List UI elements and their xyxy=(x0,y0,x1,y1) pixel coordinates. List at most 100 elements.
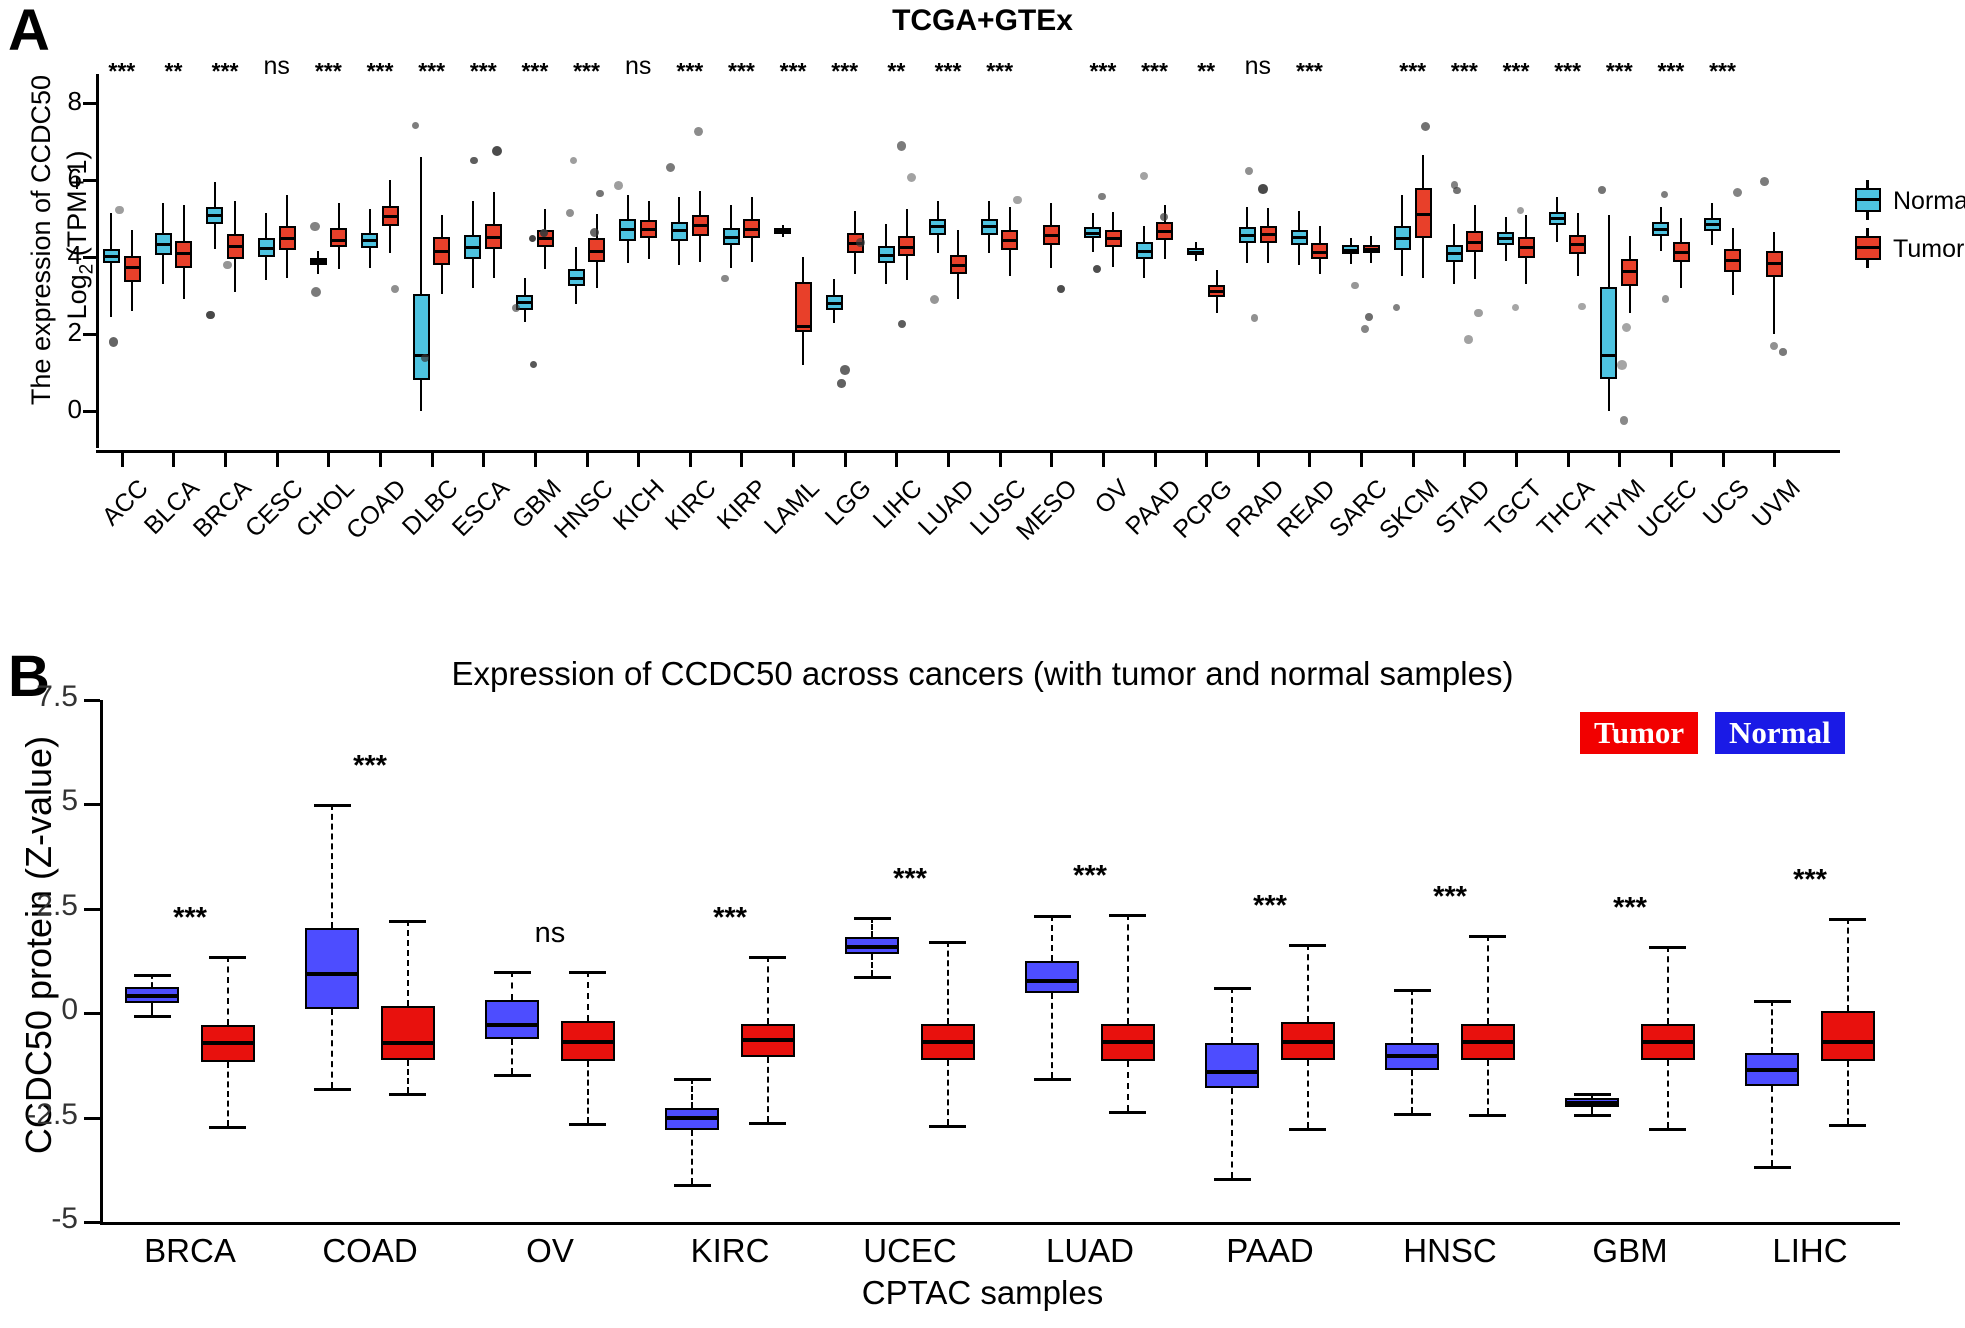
panel-a-outlier xyxy=(1760,176,1770,186)
panel-a-whisker-tumor xyxy=(957,230,960,256)
panel-a-outlier xyxy=(1092,264,1101,274)
panel-a-x-tick xyxy=(792,453,796,467)
panel-a-outlier xyxy=(896,141,907,151)
panel-b-whisker-tumor xyxy=(766,955,769,1024)
panel-b-y-tick-label: 2.5 xyxy=(36,888,78,922)
panel-a-median-normal xyxy=(1290,236,1308,240)
panel-a-y-tick xyxy=(83,255,96,259)
panel-b-box-tumor xyxy=(1820,1011,1875,1062)
panel-b-title: Expression of CCDC50 across cancers (wit… xyxy=(451,655,1514,692)
panel-a-outlier xyxy=(930,294,940,304)
panel-a-whisker-normal xyxy=(471,201,474,235)
panel-a-whisker-normal xyxy=(110,212,113,250)
panel-a-whisker-normal xyxy=(368,208,371,234)
panel-a-outlier xyxy=(1245,166,1254,175)
panel-a-whisker-normal xyxy=(1143,258,1146,279)
panel-b-median-tumor xyxy=(920,1039,975,1044)
panel-a-whisker-normal xyxy=(1091,238,1094,253)
panel-a-x-tick xyxy=(327,453,331,467)
panel-a-outlier xyxy=(1474,308,1483,317)
panel-a-y-axis-spine xyxy=(96,74,99,448)
panel-a-whisker-normal xyxy=(988,201,991,220)
panel-b-median-normal xyxy=(1385,1053,1440,1058)
panel-a-legend-label-tumor: Tumor xyxy=(1893,235,1965,263)
panel-a-median-tumor xyxy=(1042,234,1060,238)
panel-a-whisker-tumor xyxy=(1008,206,1011,231)
panel-a-y-tick-label: 0 xyxy=(67,393,82,424)
panel-a-outlier xyxy=(115,205,124,215)
panel-a-x-tick xyxy=(1153,453,1157,467)
panel-a-y-tick-label: 4 xyxy=(67,239,82,270)
panel-a-outlier xyxy=(310,286,321,297)
panel-a-whisker-normal xyxy=(575,247,578,270)
panel-a-median-tumor xyxy=(691,223,709,227)
panel-a-whisker-normal xyxy=(833,310,836,324)
panel-b-whisker-normal xyxy=(871,917,874,938)
panel-a-whisker-tumor xyxy=(1628,285,1631,313)
panel-a-outlier xyxy=(693,126,703,136)
panel-a-outlier xyxy=(412,121,420,129)
panel-a-y-tick xyxy=(83,102,96,106)
legend-swatch-normal-median xyxy=(1855,198,1881,201)
panel-a-legend-item-tumor[interactable]: Tumor xyxy=(1855,228,1965,268)
panel-b-y-tick xyxy=(84,1221,100,1224)
panel-a-median-normal xyxy=(1652,227,1670,231)
panel-a-outlier xyxy=(1512,303,1520,311)
panel-b-whisker-normal xyxy=(1051,915,1054,961)
panel-a-legend-label-normal: Normal xyxy=(1893,187,1965,215)
panel-a-outlier xyxy=(596,189,604,198)
panel-a-y-tick xyxy=(83,409,96,413)
panel-a-outlier xyxy=(666,163,676,173)
panel-a-whisker-normal xyxy=(1194,255,1197,261)
panel-a-whisker-tumor xyxy=(1576,253,1579,277)
panel-a-whisker-tumor xyxy=(905,208,908,236)
panel-b-whisker-cap-tumor xyxy=(1109,913,1147,917)
panel-a-x-tick xyxy=(740,453,744,467)
panel-b-legend-normal[interactable]: Normal xyxy=(1715,712,1845,754)
panel-a-x-tick xyxy=(1360,453,1364,467)
panel-b-median-tumor xyxy=(1460,1039,1515,1044)
panel-a-whisker-tumor xyxy=(234,258,237,292)
panel-a-median-tumor xyxy=(1207,290,1226,294)
panel-a-median-tumor xyxy=(1466,240,1484,244)
panel-b-median-tumor xyxy=(1820,1040,1875,1045)
panel-b-whisker-tumor xyxy=(1486,1059,1489,1115)
panel-a-whisker-normal xyxy=(420,380,423,411)
panel-a-whisker-normal xyxy=(213,181,216,207)
panel-a-whisker-tumor xyxy=(750,238,753,262)
panel-b-whisker-cap-tumor xyxy=(389,1093,427,1097)
panel-a-median-tumor xyxy=(1765,262,1783,266)
panel-a-outlier xyxy=(206,310,215,319)
panel-b-legend-tumor[interactable]: Tumor xyxy=(1580,712,1699,754)
panel-b-median-normal xyxy=(125,993,180,998)
panel-a-whisker-tumor xyxy=(1215,270,1218,285)
panel-a-median-normal xyxy=(102,254,120,258)
panel-a-median-tumor xyxy=(1104,236,1122,240)
panel-a-x-tick xyxy=(998,453,1002,467)
panel-a-whisker-normal xyxy=(1607,214,1610,287)
panel-b-x-label-LIHC: LIHC xyxy=(1772,1232,1848,1269)
panel-b-median-normal xyxy=(1025,978,1080,983)
panel-b-median-tumor xyxy=(1280,1040,1335,1045)
panel-b-significance-OV: ns xyxy=(534,916,566,949)
panel-a-whisker-tumor xyxy=(1628,235,1631,259)
panel-a-whisker-normal xyxy=(1711,203,1714,219)
panel-a-legend-item-normal[interactable]: Normal xyxy=(1855,180,1965,220)
panel-a-median-normal xyxy=(722,236,740,240)
panel-b-whisker-cap-normal xyxy=(133,1015,171,1019)
panel-a-whisker-tumor xyxy=(699,190,702,215)
panel-a-y-tick xyxy=(83,179,96,183)
panel-b-whisker-normal xyxy=(331,1009,334,1089)
panel-b-y-tick-label: -2.5 xyxy=(26,1097,78,1131)
panel-a-median-normal xyxy=(361,239,379,243)
panel-b-whisker-normal xyxy=(511,1039,514,1074)
panel-b-whisker-cap-tumor xyxy=(1829,1123,1867,1127)
panel-a-whisker-tumor xyxy=(750,197,753,220)
panel-a-whisker-tumor xyxy=(802,256,805,282)
panel-a-outlier xyxy=(1621,322,1631,332)
panel-a-x-tick xyxy=(947,453,950,467)
panel-a-x-tick xyxy=(1050,453,1054,467)
panel-a-x-tick xyxy=(1566,453,1570,467)
panel-a-outlier xyxy=(390,284,400,294)
panel-a-outlier xyxy=(1769,342,1779,351)
